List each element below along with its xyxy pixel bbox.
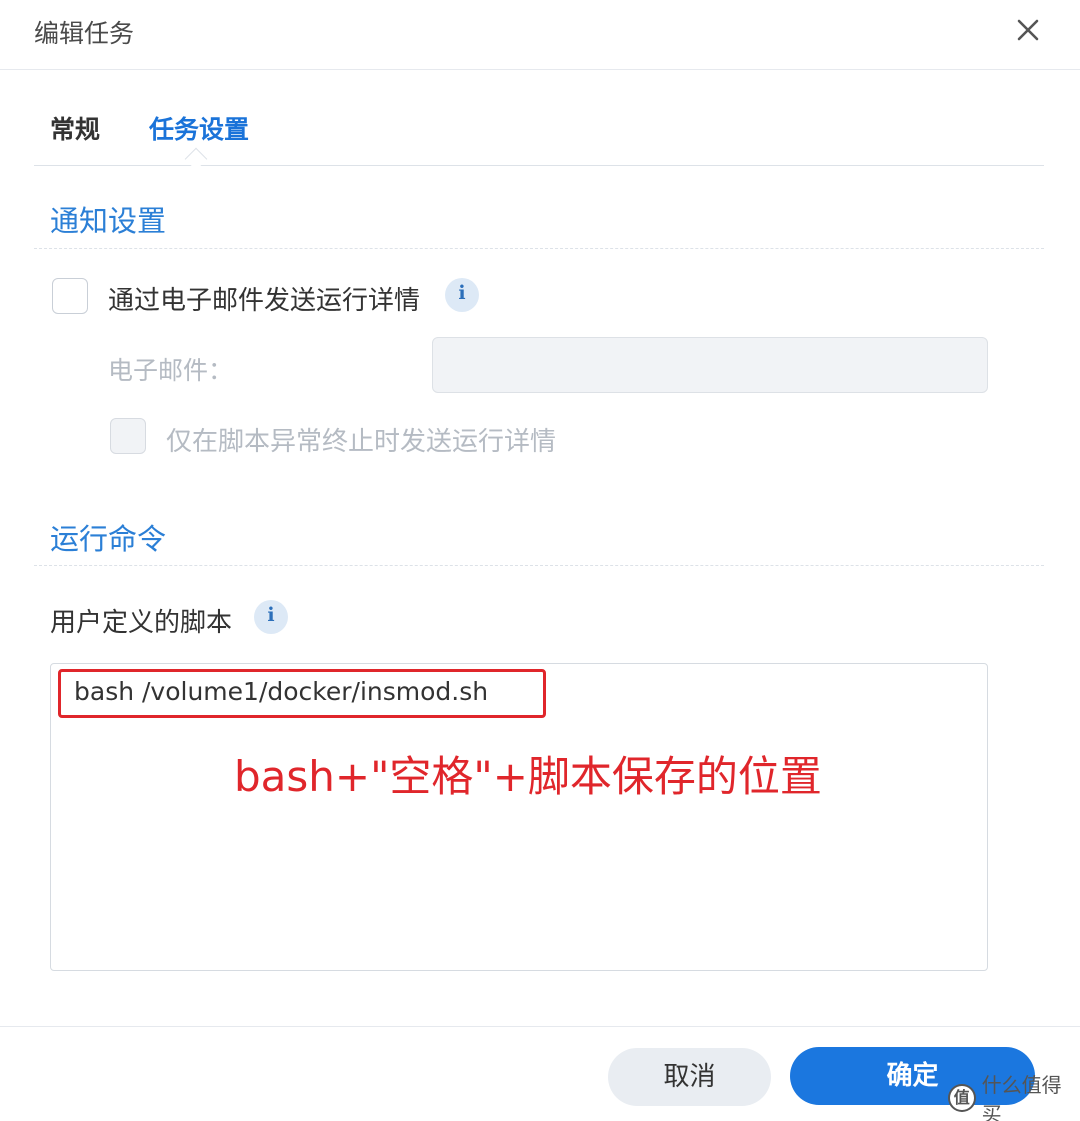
divider (34, 565, 1044, 566)
dialog-header: 编辑任务 (0, 0, 1080, 70)
abnormal-only-label: 仅在脚本异常终止时发送运行详情 (166, 427, 557, 457)
tab-general[interactable]: 常规 (50, 110, 100, 146)
watermark-logo-icon: 值 (948, 1084, 976, 1112)
tab-task-settings[interactable]: 任务设置 (149, 110, 249, 146)
info-icon[interactable]: i (254, 600, 288, 634)
abnormal-only-checkbox[interactable] (110, 418, 146, 454)
section-title-run-command: 运行命令 (50, 522, 167, 556)
send-email-label: 通过电子邮件发送运行详情 (108, 286, 421, 316)
active-tab-indicator (184, 147, 208, 171)
cancel-button[interactable]: 取消 (608, 1048, 771, 1106)
tab-bar: 常规 任务设置 (34, 96, 1044, 171)
close-icon[interactable] (1014, 16, 1042, 44)
email-field[interactable] (432, 337, 988, 393)
watermark-text: 什么值得买 (981, 1073, 1062, 1121)
highlight-box (58, 669, 546, 718)
annotation-text: bash+"空格"+脚本保存的位置 (234, 752, 822, 801)
script-label: 用户定义的脚本 (50, 608, 233, 638)
divider (34, 248, 1044, 249)
watermark: 值 什么值得买 (948, 1073, 1080, 1121)
section-title-notification: 通知设置 (50, 204, 167, 238)
dialog-title: 编辑任务 (34, 19, 135, 48)
send-email-checkbox[interactable] (52, 278, 88, 314)
info-icon[interactable]: i (445, 278, 479, 312)
email-label: 电子邮件： (108, 356, 234, 385)
